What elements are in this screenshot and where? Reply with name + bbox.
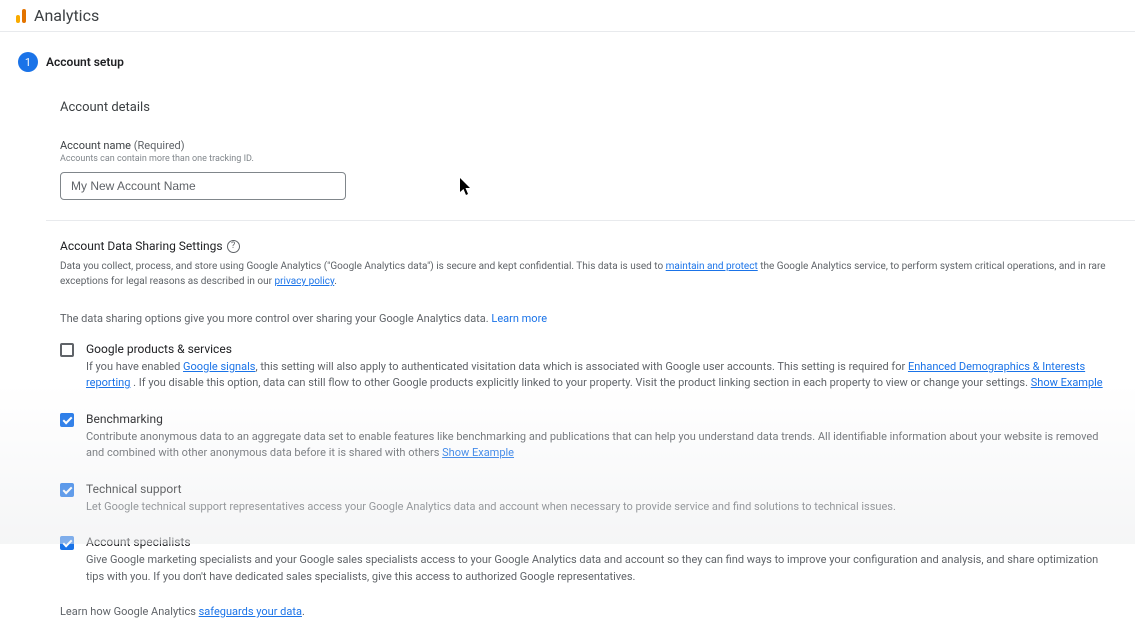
content-area: 1 Account setup Account details Account … [0, 32, 1135, 636]
sharing-options: Google products & services If you have e… [60, 342, 1115, 586]
step-number-badge: 1 [18, 52, 38, 72]
checkbox-benchmarking[interactable] [60, 413, 74, 427]
option-benchmarking: Benchmarking Contribute anonymous data t… [60, 412, 1115, 462]
sharing-title-text: Account Data Sharing Settings [60, 239, 223, 253]
option-desc: Give Google marketing specialists and yo… [86, 552, 1115, 585]
maintain-protect-link[interactable]: maintain and protect [666, 261, 758, 272]
app-title: Analytics [34, 6, 99, 25]
safeguards-link[interactable]: safeguards your data [199, 605, 302, 618]
label-text: Account name [60, 139, 131, 152]
option-technical-support: Technical support Let Google technical s… [60, 482, 1115, 516]
account-name-help: Accounts can contain more than one track… [60, 154, 1115, 164]
sharing-control-text: The data sharing options give you more c… [60, 311, 1115, 328]
step-title: Account setup [46, 55, 124, 69]
account-name-label: Account name (Required) [60, 139, 1115, 152]
option-desc: If you have enabled Google signals, this… [86, 359, 1115, 392]
help-icon[interactable]: ? [227, 240, 240, 253]
option-title: Google products & services [86, 342, 1115, 356]
account-name-input[interactable] [60, 172, 346, 200]
show-example-link[interactable]: Show Example [1031, 376, 1103, 389]
analytics-logo-icon [16, 9, 26, 23]
divider [46, 220, 1135, 221]
option-desc: Contribute anonymous data to an aggregat… [86, 429, 1115, 462]
panel-title: Account details [60, 100, 1115, 115]
option-title: Benchmarking [86, 412, 1115, 426]
sharing-section-title: Account Data Sharing Settings ? [60, 239, 1115, 253]
option-title: Technical support [86, 482, 1115, 496]
app-header: Analytics [0, 0, 1135, 32]
privacy-policy-link[interactable]: privacy policy [275, 276, 335, 287]
option-title: Account specialists [86, 535, 1115, 549]
option-desc: Let Google technical support representat… [86, 499, 1115, 516]
checkbox-google-products[interactable] [60, 343, 74, 357]
sharing-description: Data you collect, process, and store usi… [60, 259, 1115, 289]
account-panel: Account details Account name (Required) … [46, 88, 1135, 636]
show-example-link[interactable]: Show Example [442, 446, 514, 459]
safeguards-text: Learn how Google Analytics safeguards yo… [60, 605, 1115, 618]
option-account-specialists: Account specialists Give Google marketin… [60, 535, 1115, 585]
checkbox-account-specialists[interactable] [60, 536, 74, 550]
option-google-products: Google products & services If you have e… [60, 342, 1115, 392]
step-header: 1 Account setup [18, 52, 1135, 72]
checkbox-technical-support[interactable] [60, 483, 74, 497]
google-signals-link[interactable]: Google signals [183, 360, 255, 373]
required-marker: (Required) [134, 139, 185, 152]
learn-more-link[interactable]: Learn more [491, 312, 547, 325]
